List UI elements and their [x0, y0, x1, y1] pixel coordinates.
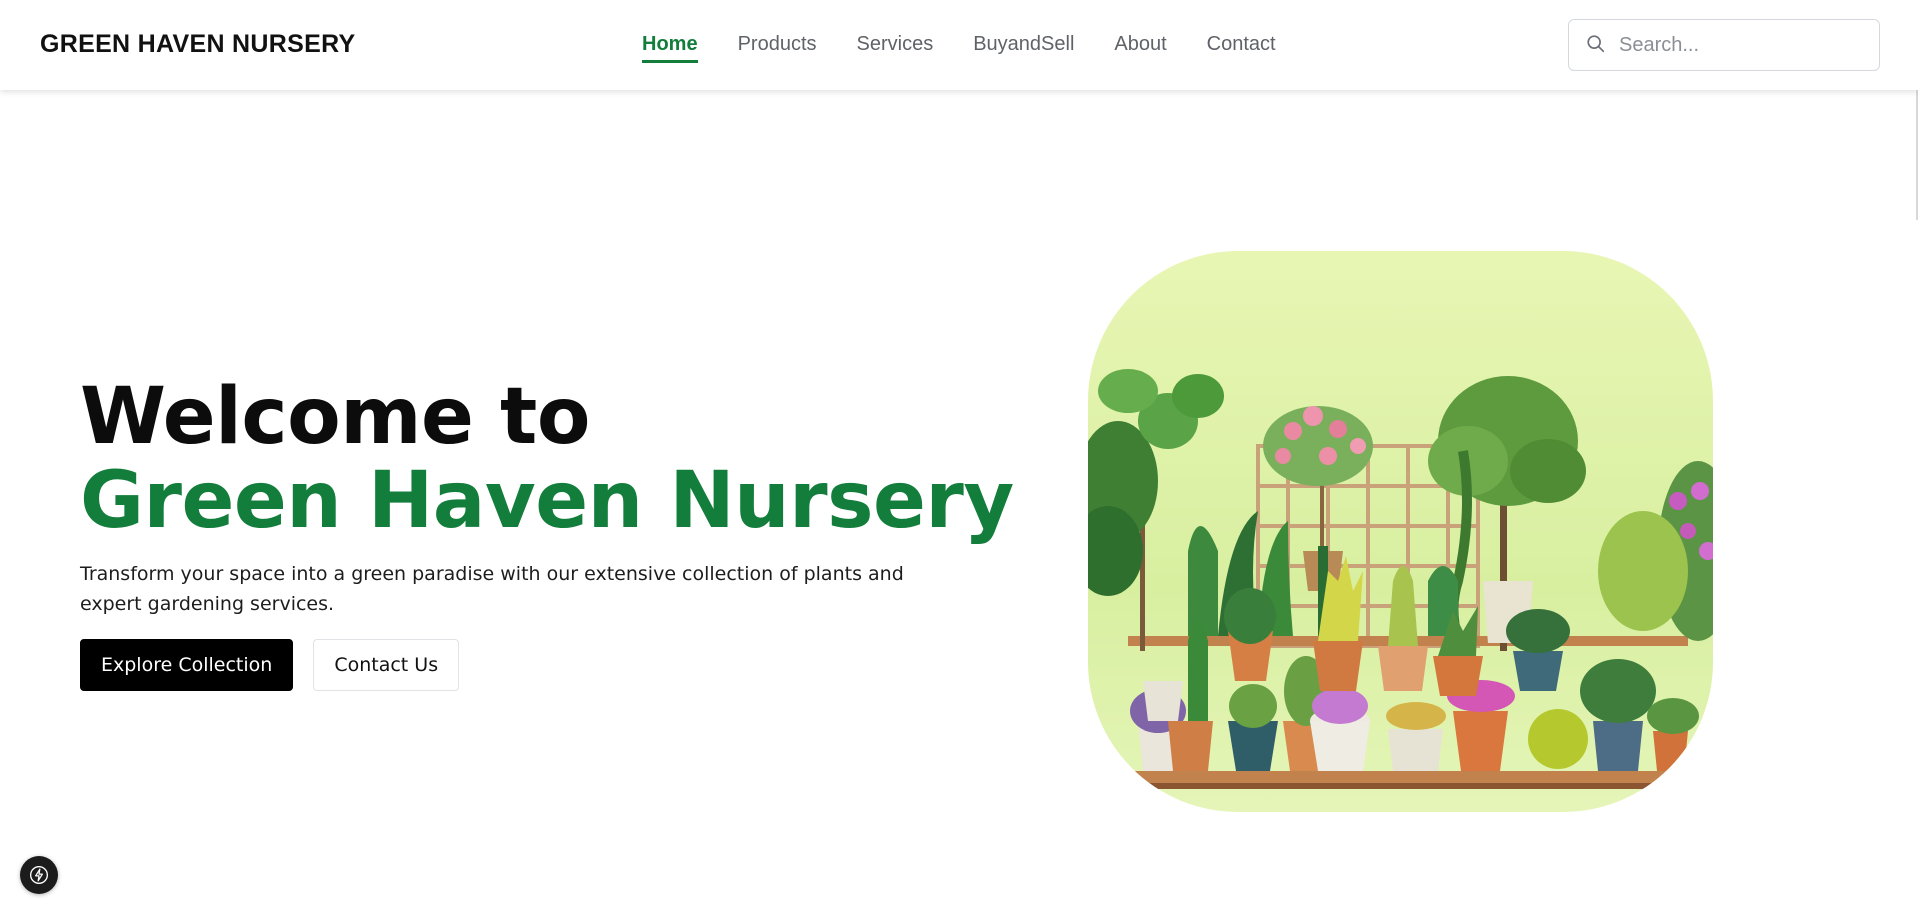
explore-collection-button[interactable]: Explore Collection [80, 639, 294, 691]
brand-logo[interactable]: GREEN HAVEN NURSERY [40, 30, 355, 59]
lightning-button[interactable] [20, 856, 58, 894]
hero-title: Welcome to Green Haven Nursery [80, 372, 1014, 546]
main-nav: Home Products Services BuyandSell About … [642, 33, 1316, 63]
nav-item-home[interactable]: Home [642, 33, 698, 63]
site-header: GREEN HAVEN NURSERY Home Products Servic… [0, 0, 1918, 90]
lightning-icon [30, 866, 48, 884]
nav-item-products[interactable]: Products [738, 33, 817, 63]
hero-title-line1: Welcome to [80, 372, 590, 462]
search-box[interactable] [1568, 19, 1880, 71]
nav-item-contact[interactable]: Contact [1207, 33, 1276, 63]
hero-actions: Explore Collection Contact Us [80, 639, 960, 691]
hero-description: Transform your space into a green paradi… [80, 563, 904, 615]
search-input[interactable] [1619, 20, 1874, 70]
hero-title-line2: Green Haven Nursery [80, 456, 1014, 546]
plant-illustration [1088, 369, 1713, 789]
hero-section: Welcome to Green Haven Nursery Transform… [80, 372, 1014, 691]
nav-item-buyandsell[interactable]: BuyandSell [973, 33, 1074, 63]
search-icon [1587, 35, 1605, 53]
contact-us-button[interactable]: Contact Us [313, 639, 460, 691]
nav-item-about[interactable]: About [1114, 33, 1166, 63]
plant-collection-image [1088, 251, 1713, 812]
nav-item-services[interactable]: Services [857, 33, 934, 63]
